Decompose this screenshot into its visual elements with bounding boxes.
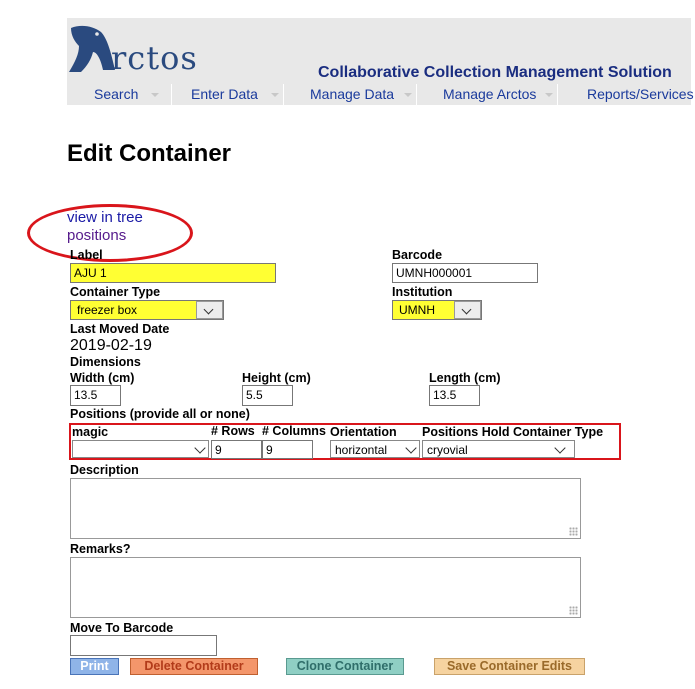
nav-divider — [283, 84, 284, 105]
chevron-down-icon — [545, 93, 553, 97]
resize-grip-icon[interactable] — [569, 606, 578, 615]
chevron-down-icon — [151, 93, 159, 97]
chevron-down-icon — [554, 442, 566, 454]
positions-label: Positions (provide all or none) — [70, 407, 250, 421]
institution-value: UMNH — [399, 303, 435, 317]
save-container-edits-button[interactable]: Save Container Edits — [434, 658, 585, 675]
chevron-down-icon — [404, 93, 412, 97]
chevron-down-icon — [194, 442, 206, 454]
container-type-label: Container Type — [70, 285, 161, 299]
annotation-ellipse — [27, 204, 193, 262]
hold-type-value: cryovial — [427, 443, 468, 457]
container-type-dropdown-button[interactable] — [196, 301, 223, 319]
label-field-label: Label — [70, 248, 103, 262]
barcode-field-label: Barcode — [392, 248, 443, 262]
columns-label: # Columns — [262, 424, 326, 438]
remarks-textarea[interactable] — [70, 557, 581, 618]
rows-label: # Rows — [211, 424, 255, 438]
orientation-label: Orientation — [330, 425, 397, 439]
description-textarea[interactable] — [70, 478, 581, 539]
hold-type-select[interactable]: cryovial — [422, 440, 575, 458]
chevron-down-icon — [461, 304, 472, 315]
orientation-select[interactable]: horizontal — [330, 440, 420, 458]
site-tagline: Collaborative Collection Management Solu… — [318, 64, 672, 81]
magic-label: magic — [72, 425, 109, 439]
rows-input[interactable]: 9 — [211, 440, 262, 459]
logo-wordmark[interactable]: rctos — [111, 39, 198, 77]
nav-divider — [171, 84, 172, 105]
magic-select[interactable] — [72, 440, 209, 458]
height-input[interactable]: 5.5 — [242, 385, 293, 406]
description-label: Description — [70, 463, 139, 477]
nav-manage-arctos[interactable]: Manage Arctos — [443, 86, 536, 102]
institution-label: Institution — [392, 285, 453, 299]
container-type-value: freezer box — [77, 303, 138, 317]
barcode-input[interactable]: UMNH000001 — [392, 263, 538, 283]
nav-reports-services[interactable]: Reports/Services — [587, 86, 694, 102]
nav-manage-data[interactable]: Manage Data — [310, 86, 394, 102]
resize-grip-icon[interactable] — [569, 527, 578, 536]
hold-type-label: Positions Hold Container Type — [422, 425, 604, 439]
nav-divider — [557, 84, 558, 105]
label-input[interactable]: AJU 1 — [70, 263, 276, 283]
chevron-down-icon — [203, 304, 214, 315]
print-button[interactable]: Print — [70, 658, 119, 675]
bear-logo-icon[interactable] — [67, 22, 117, 74]
columns-input[interactable]: 9 — [262, 440, 313, 459]
last-moved-label: Last Moved Date — [70, 322, 170, 336]
move-to-barcode-input[interactable] — [70, 635, 217, 656]
length-label: Length (cm) — [429, 371, 501, 385]
dimensions-label: Dimensions — [70, 355, 141, 369]
clone-container-button[interactable]: Clone Container — [286, 658, 404, 675]
height-label: Height (cm) — [242, 371, 311, 385]
nav-enter-data[interactable]: Enter Data — [191, 86, 258, 102]
remarks-label: Remarks? — [70, 542, 131, 556]
nav-divider — [416, 84, 417, 105]
last-moved-value: 2019-02-19 — [70, 337, 152, 354]
chevron-down-icon — [405, 442, 417, 454]
length-input[interactable]: 13.5 — [429, 385, 480, 406]
chevron-down-icon — [271, 93, 279, 97]
nav-search[interactable]: Search — [94, 86, 138, 102]
delete-container-button[interactable]: Delete Container — [130, 658, 258, 675]
institution-dropdown-button[interactable] — [454, 301, 481, 319]
width-label: Width (cm) — [70, 371, 135, 385]
move-to-barcode-label: Move To Barcode — [70, 621, 174, 635]
width-input[interactable]: 13.5 — [70, 385, 121, 406]
orientation-value: horizontal — [335, 443, 388, 457]
page-title: Edit Container — [67, 140, 232, 167]
